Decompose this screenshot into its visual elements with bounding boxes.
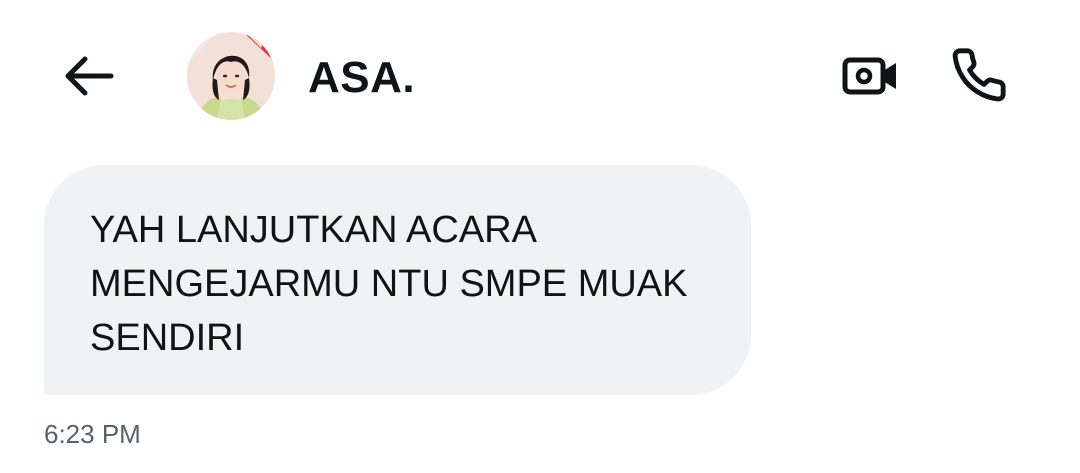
message-text: YAH LANJUTKAN ACARA MENGEJARMU NTU SMPE …	[90, 209, 688, 359]
conversation-header: ASA.	[0, 0, 1080, 150]
avatar[interactable]	[187, 32, 275, 120]
conversation-title[interactable]: ASA.	[308, 50, 415, 106]
back-button[interactable]	[56, 46, 120, 106]
message-timestamp: 6:23 PM	[44, 419, 141, 449]
arrow-left-icon	[65, 56, 114, 96]
message-bubble[interactable]: YAH LANJUTKAN ACARA MENGEJARMU NTU SMPE …	[44, 165, 751, 395]
video-call-button[interactable]	[836, 46, 906, 106]
video-camera-icon	[842, 57, 896, 95]
profile-photo	[187, 32, 275, 120]
voice-call-button[interactable]	[944, 42, 1014, 108]
phone-icon	[952, 48, 1006, 102]
